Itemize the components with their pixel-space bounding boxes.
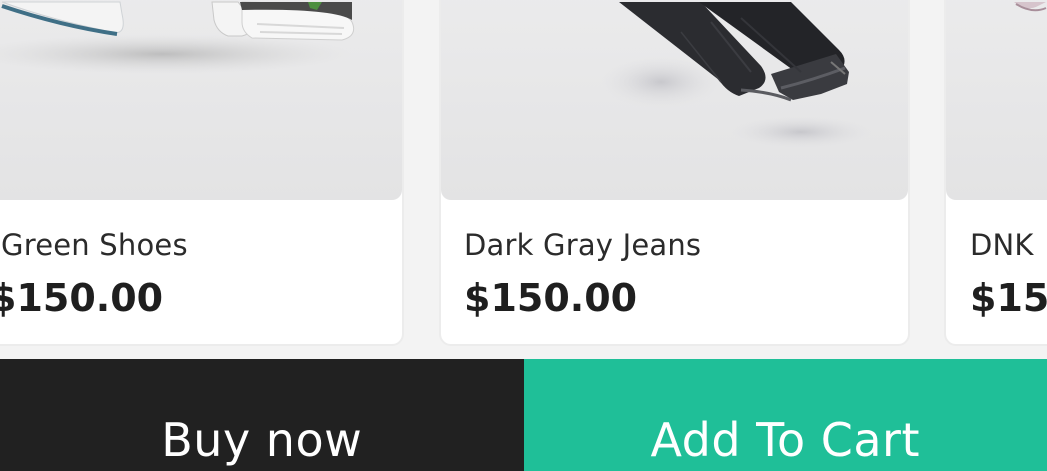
add-to-cart-label: Add To Cart <box>650 413 920 467</box>
buy-now-button[interactable]: Buy now <box>0 359 524 471</box>
product-info: DNK $150.00 <box>946 200 1047 344</box>
jeans-image <box>601 2 871 148</box>
product-price: $150.00 <box>464 276 638 320</box>
product-info: DNK Green Shoes $150.00 <box>0 200 402 344</box>
product-name: DNK <box>970 228 1034 262</box>
product-card[interactable]: DNK $150.00 <box>944 0 1047 346</box>
product-price: $150.00 <box>970 276 1047 320</box>
product-info: Dark Gray Jeans $150.00 <box>441 200 908 344</box>
product-card[interactable]: Dark Gray Jeans $150.00 <box>439 0 910 346</box>
add-to-cart-button[interactable]: Add To Cart <box>523 359 1047 471</box>
product-image-shoes[interactable] <box>946 0 1047 200</box>
buy-now-label: Buy now <box>161 413 363 467</box>
product-image-jeans[interactable] <box>441 0 908 200</box>
product-image-shoes[interactable] <box>0 0 402 200</box>
product-name: DNK Green Shoes <box>0 228 188 262</box>
action-bar: Buy now Add To Cart <box>0 359 1047 471</box>
product-carousel: DNK Green Shoes $150.00 <box>0 0 1047 471</box>
product-card[interactable]: DNK Green Shoes $150.00 <box>0 0 404 346</box>
shoe-image <box>0 1 355 74</box>
shoe-image <box>1014 2 1047 12</box>
product-price: $150.00 <box>0 276 164 320</box>
product-name: Dark Gray Jeans <box>464 228 702 262</box>
